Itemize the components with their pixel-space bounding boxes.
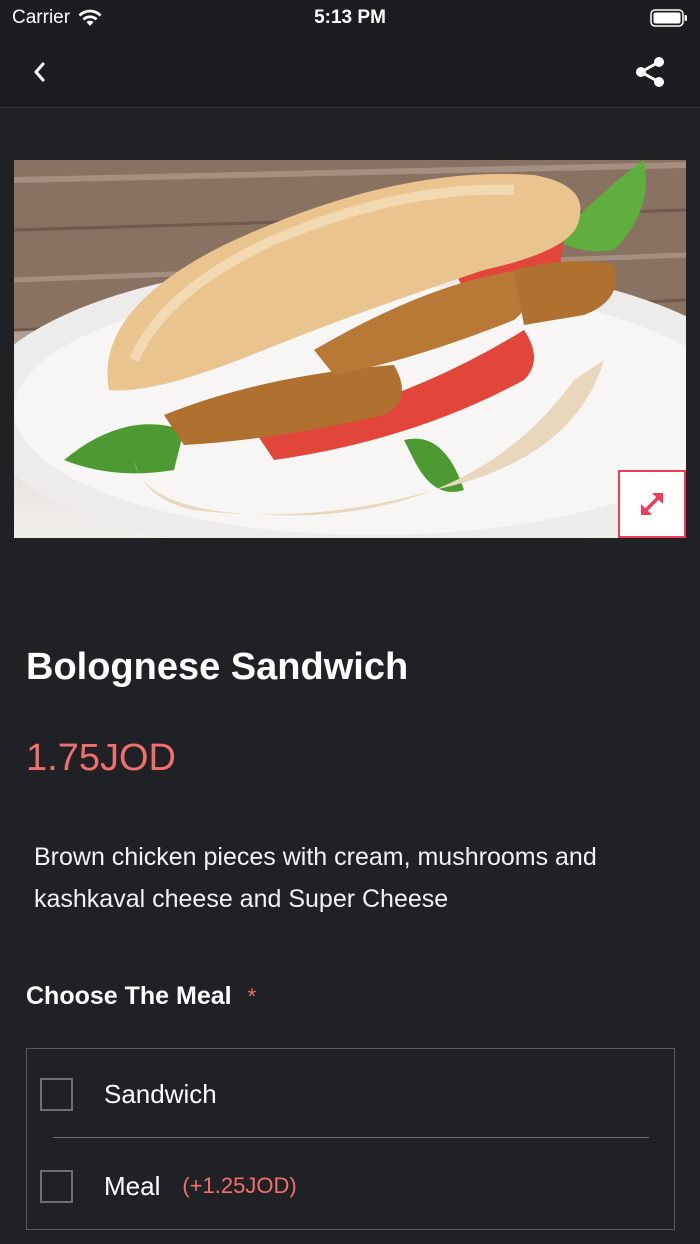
expand-image-button[interactable]	[618, 470, 686, 538]
option-meal[interactable]: Meal (+1.25JOD)	[27, 1141, 674, 1231]
product-image[interactable]	[14, 160, 686, 538]
required-mark: *	[247, 984, 257, 1009]
choose-meal-heading: Choose The Meal *	[26, 982, 256, 1011]
battery-icon	[650, 9, 687, 27]
share-icon	[636, 57, 664, 87]
product-price: 1.75JOD	[26, 737, 176, 779]
product-title: Bolognese Sandwich	[26, 646, 409, 688]
checkbox[interactable]	[40, 1077, 73, 1111]
share-button[interactable]	[628, 52, 672, 92]
product-description: Brown chicken pieces with cream, mushroo…	[34, 843, 597, 913]
meal-options-list: Sandwich Meal (+1.25JOD)	[26, 1048, 675, 1230]
expand-arrows-icon	[641, 493, 663, 515]
status-bar: Carrier 5:13 PM	[0, 0, 700, 36]
option-sandwich[interactable]: Sandwich	[27, 1049, 674, 1139]
option-extra-price: (+1.25JOD)	[182, 1173, 297, 1198]
back-button[interactable]	[20, 52, 60, 92]
chevron-left-icon	[34, 62, 45, 82]
checkbox[interactable]	[40, 1169, 73, 1203]
choose-meal-title: Choose The Meal	[26, 982, 232, 1010]
option-divider	[53, 1137, 649, 1138]
navigation-bar	[0, 36, 700, 108]
status-time: 5:13 PM	[314, 7, 386, 28]
option-label: Meal	[104, 1170, 161, 1201]
option-label: Sandwich	[104, 1078, 217, 1109]
sandwich-photo	[14, 160, 686, 538]
